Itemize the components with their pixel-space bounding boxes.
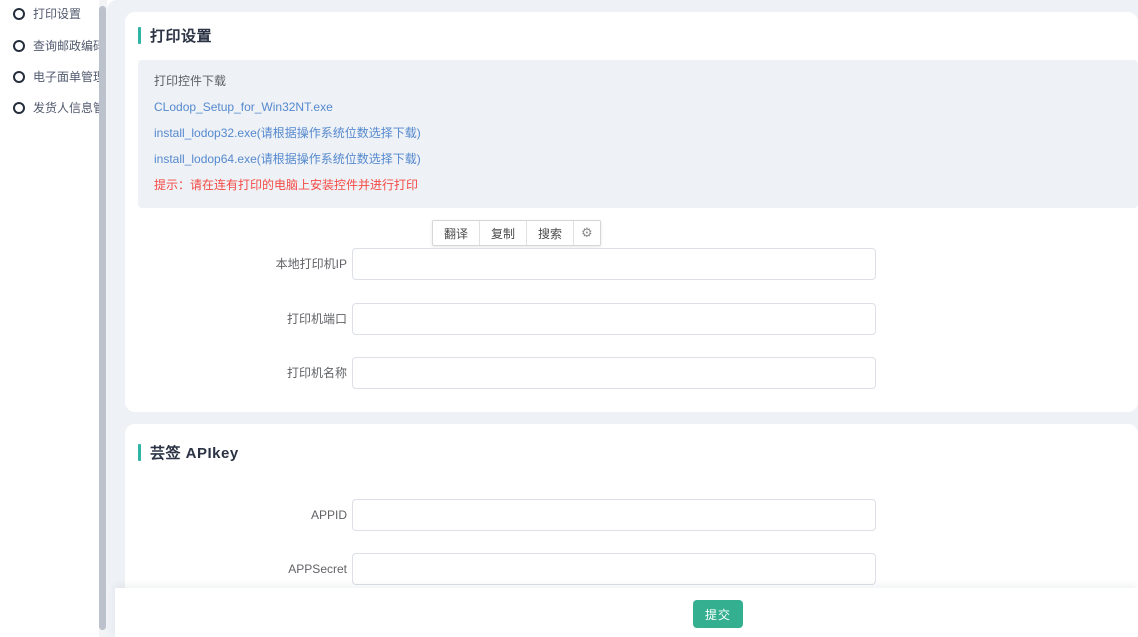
printer-name-label: 打印机名称 (125, 357, 347, 389)
copy-button[interactable]: 复制 (480, 221, 527, 245)
download-heading: 打印控件下载 (154, 74, 226, 88)
gear-icon[interactable]: ⚙ (574, 221, 600, 245)
section-header: 芸签 APIkey (138, 442, 239, 463)
page-title: 打印设置 (150, 25, 212, 46)
radio-circle-icon (13, 8, 25, 20)
form-row: APPID (125, 499, 1138, 531)
sidebar-item-postal-code-query[interactable]: 查询邮政编码 (13, 39, 105, 53)
sidebar-item-ewaybill-management[interactable]: 电子面单管理 (13, 70, 105, 84)
form-row: 本地打印机IP (125, 248, 1138, 280)
vertical-scrollbar-thumb[interactable] (99, 6, 106, 630)
printer-name-input[interactable] (352, 357, 876, 389)
sidebar-item-print-settings[interactable]: 打印设置 (13, 7, 81, 21)
appid-label: APPID (125, 499, 347, 531)
download-info-box: 打印控件下载 CLodop_Setup_for_Win32NT.exe inst… (138, 60, 1138, 208)
download-link-lodop64[interactable]: install_lodop64.exe(请根据操作系统位数选择下载) (154, 152, 421, 166)
sidebar: 打印设置 查询邮政编码 电子面单管理 发货人信息管理 (0, 0, 99, 637)
radio-circle-icon (13, 40, 25, 52)
print-settings-card: 打印设置 打印控件下载 CLodop_Setup_for_Win32NT.exe… (125, 12, 1138, 412)
submit-button[interactable]: 提交 (693, 600, 743, 628)
sidebar-item-label: 打印设置 (33, 7, 81, 21)
apikey-section-title: 芸签 APIkey (150, 442, 239, 463)
local-printer-ip-label: 本地打印机IP (125, 248, 347, 280)
section-header: 打印设置 (138, 25, 212, 46)
download-link-clodop[interactable]: CLodop_Setup_for_Win32NT.exe (154, 100, 333, 114)
local-printer-ip-input[interactable] (352, 248, 876, 280)
text-selection-toolbar: 翻译 复制 搜索 ⚙ (432, 220, 601, 246)
download-link-lodop32[interactable]: install_lodop32.exe(请根据操作系统位数选择下载) (154, 126, 421, 140)
accent-bar (138, 27, 141, 44)
main-content: 打印设置 打印控件下载 CLodop_Setup_for_Win32NT.exe… (107, 0, 1138, 637)
appid-input[interactable] (352, 499, 876, 531)
search-button[interactable]: 搜索 (527, 221, 574, 245)
appsecret-input[interactable] (352, 553, 876, 585)
vertical-scrollbar-track (99, 0, 107, 637)
install-tip-text: 提示：请在连有打印的电脑上安装控件并进行打印 (154, 178, 418, 192)
radio-circle-icon (13, 102, 25, 114)
printer-port-label: 打印机端口 (125, 303, 347, 335)
form-row: 打印机名称 (125, 357, 1138, 389)
printer-port-input[interactable] (352, 303, 876, 335)
radio-circle-icon (13, 71, 25, 83)
translate-button[interactable]: 翻译 (433, 221, 480, 245)
accent-bar (138, 444, 141, 461)
form-row: APPSecret (125, 553, 1138, 585)
form-row: 打印机端口 (125, 303, 1138, 335)
sidebar-item-label: 查询邮政编码 (33, 39, 105, 53)
action-footer: 提交 (115, 588, 1138, 637)
appsecret-label: APPSecret (125, 553, 347, 585)
sidebar-item-label: 电子面单管理 (33, 70, 105, 84)
